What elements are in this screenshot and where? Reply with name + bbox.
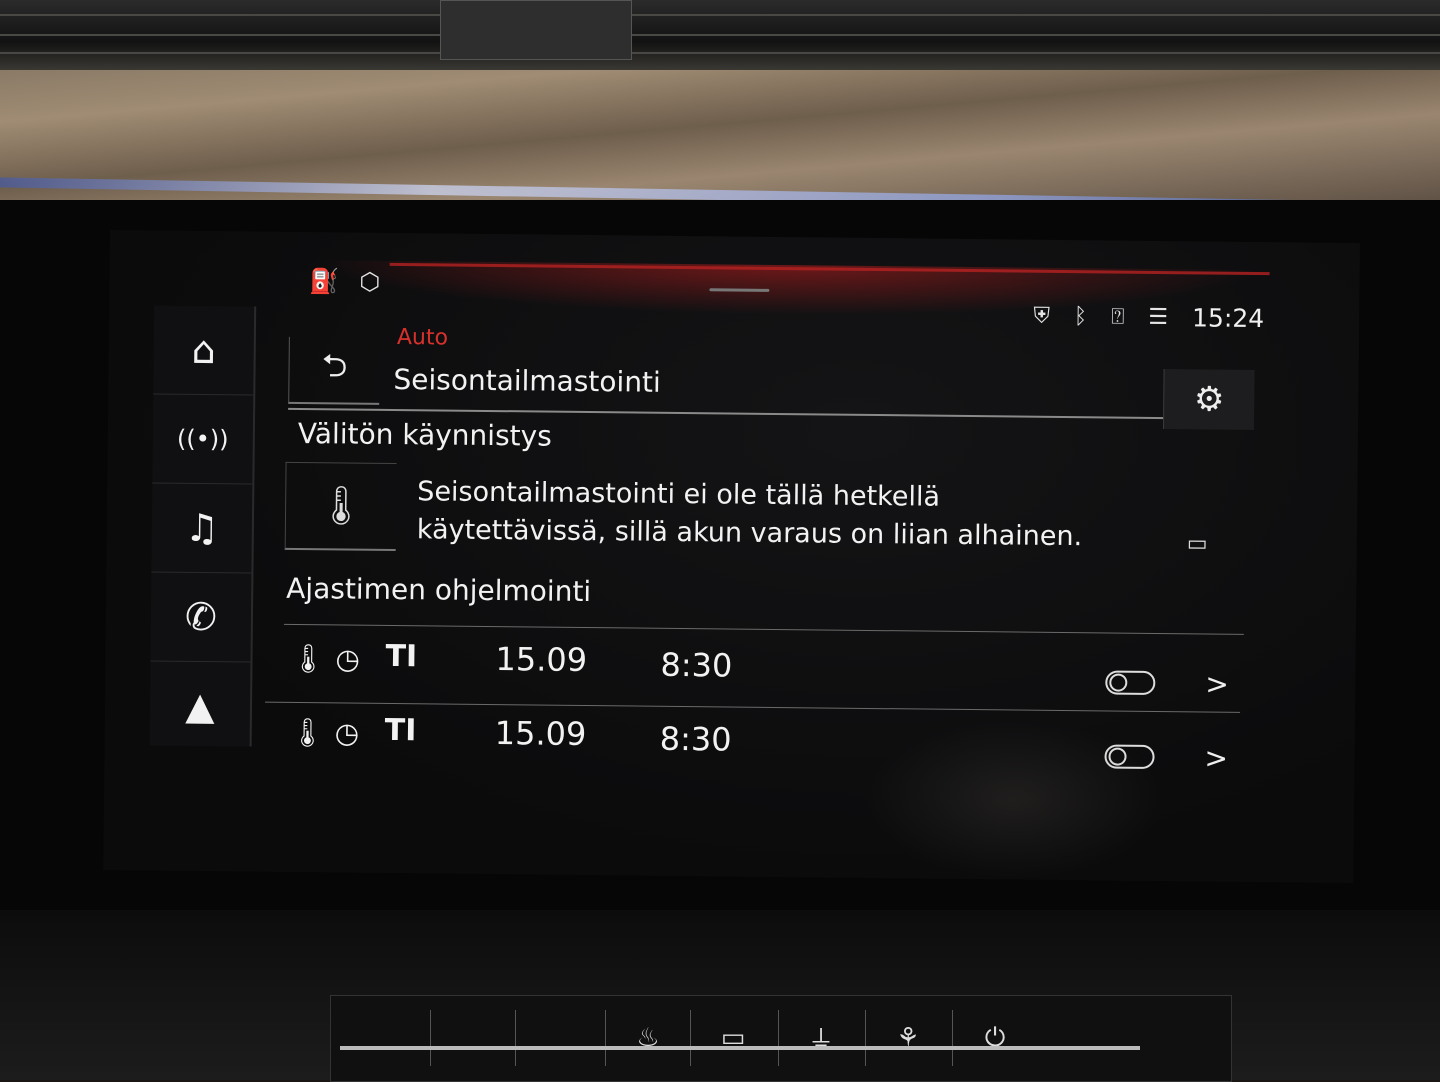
section-heading-timers: Ajastimen ohjelmointi [286, 571, 592, 609]
radio-icon[interactable]: ((•)) [152, 394, 254, 485]
notice-line-2: käytettävissä, sillä akun varaus on liia… [416, 514, 1083, 553]
thermometer-icon: 🌡 [289, 715, 326, 750]
screen-reflection [863, 717, 1165, 882]
timer-day: TI [384, 712, 417, 749]
music-icon[interactable]: ♫ [151, 483, 253, 574]
timer-2-clock-icon: ◷ [334, 716, 360, 750]
infotainment-screen: ⛽ ⬡ ⛨ ᛒ ⍰ ☰ 15:24 ⌂ ((•)) ♫ ✆ ▲ ⮌ Auto S… [103, 230, 1360, 884]
chevron-right-icon[interactable]: > [1204, 741, 1228, 774]
sidebar: ⌂ ((•)) ♫ ✆ ▲ [149, 305, 257, 747]
timer-date: 15.09 [495, 640, 588, 680]
air-vent [0, 0, 1440, 70]
clock: 15:24 [1191, 303, 1265, 334]
thermometer-icon[interactable]: 🌡 [284, 461, 397, 552]
thermometer-icon: 🌡 [290, 641, 327, 676]
timer-row[interactable]: 🌡 ◷ TI 15.09 8:30 > [280, 630, 1241, 701]
timer-toggle[interactable] [1105, 670, 1156, 695]
back-button[interactable]: ⮌ [288, 336, 380, 405]
page-title: Seisontailmastointi [393, 362, 661, 399]
vent-slat [0, 34, 1440, 36]
fan-off-icon[interactable]: ⚘ [865, 1010, 950, 1066]
person-question-icon: ⍰ [1111, 304, 1125, 330]
power-icon[interactable]: ⏻ [952, 1010, 1037, 1066]
toggle-knob [1109, 673, 1128, 692]
timer-1-clock-icon: ◷ [335, 642, 361, 676]
timer-time: 8:30 [660, 645, 733, 685]
pull-down-handle[interactable] [709, 288, 770, 292]
box-icon[interactable]: ⬡ [359, 268, 380, 296]
navigation-icon[interactable]: ▲ [150, 661, 251, 750]
climate-slot[interactable] [515, 1010, 600, 1066]
vent-slat [0, 52, 1440, 54]
plug-icon[interactable]: ⏚ [778, 1010, 863, 1066]
fuel-station-icon[interactable]: ⛽ [309, 267, 339, 295]
bluetooth-icon: ᛒ [1073, 304, 1088, 330]
phone-icon[interactable]: ✆ [150, 572, 252, 663]
settings-gear-icon[interactable]: ⚙ [1162, 369, 1255, 430]
availability-notice: Seisontailmastointi ei ole tällä hetkell… [417, 473, 1158, 557]
shield-location-icon: ⛨ [1033, 303, 1051, 329]
breadcrumb: Auto [396, 325, 449, 351]
status-bar: ⛨ ᛒ ⍰ ☰ 15:24 [1033, 302, 1264, 333]
timer-date: 15.09 [494, 714, 587, 754]
timer-time: 8:30 [659, 719, 732, 759]
battery-icon: ▭ [1186, 531, 1208, 557]
climate-indicator-bar [340, 1046, 1140, 1050]
defrost-rear-icon[interactable]: ▭ [690, 1010, 775, 1066]
vent-control[interactable] [440, 0, 632, 60]
climate-slot[interactable] [430, 1010, 515, 1066]
status-left: ⛽ ⬡ [309, 267, 380, 296]
lte-signal-icon: ☰ [1148, 304, 1169, 331]
timer-day: TI [385, 638, 418, 675]
home-icon[interactable]: ⌂ [153, 305, 255, 396]
vent-slat [0, 14, 1440, 16]
seat-heat-icon[interactable]: ♨ [605, 1010, 690, 1066]
chevron-right-icon[interactable]: > [1205, 667, 1229, 700]
section-heading-immediate-start: Välitön käynnistys [297, 416, 552, 453]
